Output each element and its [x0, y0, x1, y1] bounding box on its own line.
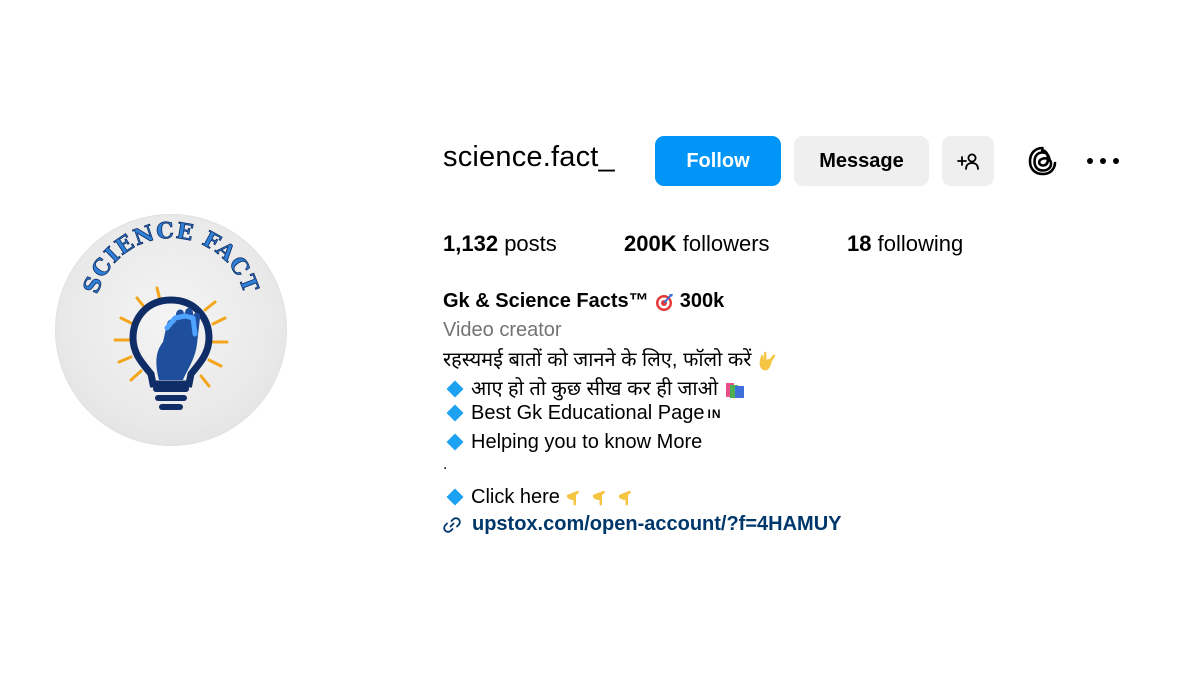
bio-line-5: . [443, 456, 448, 473]
posts-count-label: posts [504, 231, 557, 256]
posts-count-value: 1,132 [443, 231, 499, 256]
profile-avatar[interactable]: SCIENCE FACT [55, 214, 287, 446]
bio-line-3: Best Gk Educational Page IN [443, 402, 721, 425]
follow-button[interactable]: Follow [655, 136, 781, 186]
bio-line-4-text: Helping you to know More [471, 431, 703, 453]
books-emoji-icon [725, 382, 744, 398]
bullet-diamond-icon [446, 380, 464, 398]
bio-line-1-text: रहस्यमई बातों को जानने के लिए, फॉलो करें [443, 349, 752, 371]
bio-link-text[interactable]: upstox.com/open-account/?f=4HAMUY [472, 513, 841, 536]
followers-count-label: followers [682, 231, 770, 256]
bullet-diamond-icon [446, 404, 464, 422]
india-flag-tag: IN [707, 406, 722, 421]
add-person-icon [957, 153, 979, 170]
bio-line-4: Helping you to know More [443, 431, 702, 454]
message-button[interactable]: Message [794, 136, 929, 186]
bio-external-link[interactable]: upstox.com/open-account/?f=4HAMUY [443, 513, 841, 536]
bio-line-6: Click here [443, 486, 637, 509]
bullet-diamond-icon [446, 488, 464, 506]
bullet-diamond-icon [446, 433, 464, 451]
bio-line-2-text: आए हो तो कुछ सीख कर ही जाओ [471, 378, 719, 400]
posts-count: 1,132 posts [443, 231, 557, 257]
bio-line-hindi-1: रहस्यमई बातों को जानने के लिए, फॉलो करें [443, 345, 779, 372]
profile-username: science.fact_ [443, 141, 615, 173]
bio-line-6-text: Click here [471, 486, 560, 508]
target-emoji-icon [656, 293, 674, 311]
bio-line-hindi-2: आए हो तो कुछ सीख कर ही जाओ [443, 374, 746, 401]
science-fact-logo: SCIENCE FACT [78, 217, 263, 410]
profile-category: Video creator [443, 319, 562, 341]
svg-text:SCIENCE FACT: SCIENCE FACT [78, 218, 263, 297]
followers-count-value: 200K [624, 231, 677, 256]
link-chain-icon [443, 516, 461, 533]
profile-full-name: Gk & Science Facts™ 300k [443, 290, 724, 313]
following-count-label: following [877, 231, 964, 256]
avatar-logo-text: SCIENCE FACT [78, 217, 263, 297]
more-options-icon[interactable] [1085, 152, 1121, 170]
following-count-value: 18 [847, 231, 872, 256]
full-name-suffix: 300k [679, 290, 725, 312]
full-name-text: Gk & Science Facts™ [443, 290, 649, 312]
threads-icon[interactable] [1025, 143, 1061, 179]
love-you-gesture-emoji-icon [759, 351, 776, 371]
following-count-link[interactable]: 18 following [847, 231, 963, 257]
pointing-down-emoji-icons [567, 490, 632, 506]
followers-count-link[interactable]: 200K followers [624, 231, 770, 257]
bio-line-3-text: Best Gk Educational Page [471, 402, 705, 424]
suggest-similar-button[interactable] [942, 136, 994, 186]
